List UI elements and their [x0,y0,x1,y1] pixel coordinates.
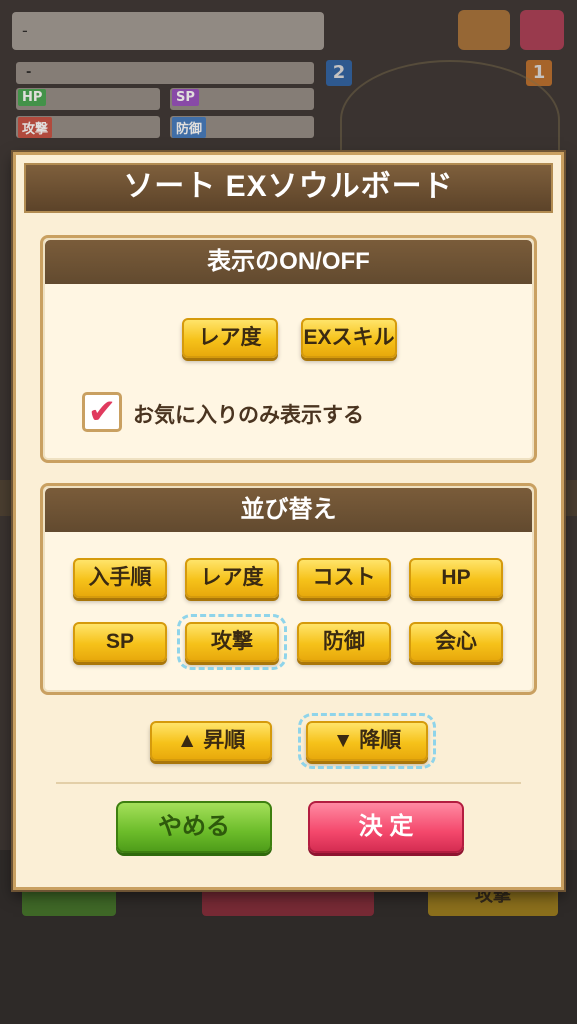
bg-slot-number: 2 [326,60,352,86]
sort-attack-button[interactable]: 攻撃 [177,614,287,670]
sort-sp-button[interactable]: SP [73,622,167,662]
sort-section: 並び替え 入手順 レア度 コスト HP SP 攻撃 防御 会心 [40,483,537,695]
sort-dialog: ソート EXソウルボード 表示のON/OFF レア度 EXスキル ✔ お気に入り… [13,152,564,890]
bg-name-value: - [22,21,28,40]
descending-button[interactable]: ▼ 降順 [298,713,436,769]
ascending-button[interactable]: ▲ 昇順 [150,721,272,761]
dialog-title: ソート EXソウルボード [24,163,553,213]
bg-heart-icon [520,10,564,50]
toggle-exskill-button[interactable]: EXスキル [301,318,397,358]
cancel-button[interactable]: やめる [116,801,272,853]
sort-rarity-button[interactable]: レア度 [185,558,279,598]
display-section-heading: 表示のON/OFF [45,240,532,284]
bg-field2 [16,62,314,84]
confirm-button[interactable]: 決 定 [308,801,464,853]
dialog-divider [56,782,521,784]
toggle-rarity-button[interactable]: レア度 [182,318,278,358]
bg-stat-def: 防御 [172,117,207,138]
check-mark-icon: ✔ [87,392,117,432]
bg-brain-icon [458,10,510,50]
sort-section-heading: 並び替え [45,488,532,532]
bg-stat-sp: SP [172,89,199,106]
bg-stat-hp: HP [18,89,47,106]
bg-stat-atk: 攻撃 [18,117,53,138]
bg-name-field: - [12,12,324,50]
favorites-only-checkbox[interactable]: ✔ [82,392,122,432]
sort-critical-button[interactable]: 会心 [409,622,503,662]
sort-cost-button[interactable]: コスト [297,558,391,598]
sort-acquired-button[interactable]: 入手順 [73,558,167,598]
sort-defense-button[interactable]: 防御 [297,622,391,662]
favorites-only-label: お気に入りのみ表示する [133,404,364,427]
bg-field2-value: - [26,65,32,80]
sort-hp-button[interactable]: HP [409,558,503,598]
display-toggle-section: 表示のON/OFF レア度 EXスキル ✔ お気に入りのみ表示する [40,235,537,463]
